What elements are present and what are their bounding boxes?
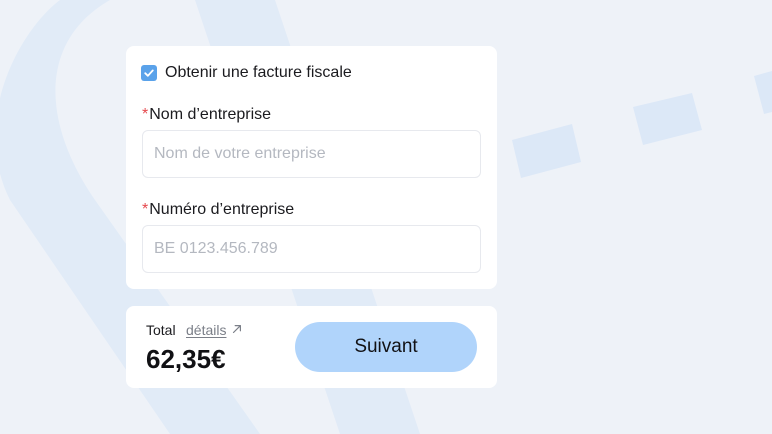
company-number-label-text: Numéro d’entreprise: [149, 201, 295, 218]
next-button[interactable]: Suivant: [295, 322, 477, 372]
invoice-checkbox-label: Obtenir une facture fiscale: [165, 64, 352, 81]
company-name-label-text: Nom d’entreprise: [149, 106, 272, 123]
background-dash: [754, 71, 772, 114]
arrow-up-right-icon[interactable]: [232, 324, 242, 334]
order-summary-card: Total détails 62,35€ Suivant: [126, 306, 497, 388]
company-form-card: Obtenir une facture fiscale *Nom d’entre…: [126, 46, 497, 289]
company-number-input[interactable]: [142, 225, 481, 273]
company-name-input[interactable]: [142, 130, 481, 178]
background-dash: [512, 124, 581, 178]
total-label: Total: [146, 322, 176, 338]
invoice-checkbox-row[interactable]: Obtenir une facture fiscale: [141, 64, 352, 82]
company-name-label: *Nom d’entreprise: [142, 106, 271, 124]
required-mark: *: [142, 106, 149, 123]
background-dash: [633, 93, 702, 145]
required-mark: *: [142, 201, 149, 218]
total-amount: 62,35€: [146, 344, 226, 374]
details-link[interactable]: détails: [186, 322, 226, 338]
checkmark-icon: [144, 69, 154, 77]
company-number-label: *Numéro d’entreprise: [142, 201, 294, 219]
invoice-checkbox[interactable]: [141, 65, 157, 81]
